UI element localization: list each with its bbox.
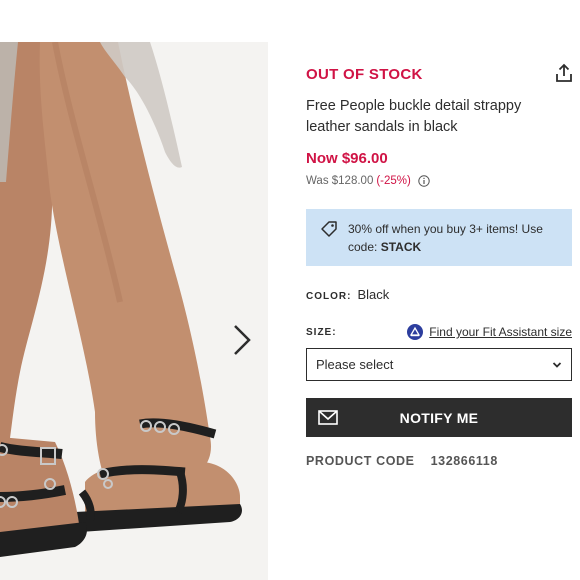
color-label: COLOR: — [306, 291, 352, 302]
size-select-value: Please select — [316, 357, 394, 372]
chevron-right-icon[interactable] — [228, 322, 256, 358]
mail-icon — [318, 410, 338, 425]
notify-me-button[interactable]: NOTIFY ME — [306, 398, 572, 437]
promo-text: 30% off when you buy 3+ items! Use code: — [348, 222, 543, 254]
current-price: Now $96.00 — [306, 150, 388, 167]
fit-assistant-icon — [407, 324, 424, 340]
color-row: COLOR: Black — [306, 287, 389, 302]
promo-banner: 30% off when you buy 3+ items! Use code:… — [306, 209, 572, 266]
color-value: Black — [357, 287, 390, 302]
stock-status: OUT OF STOCK — [306, 66, 423, 83]
chevron-down-icon — [552, 361, 562, 368]
size-row: SIZE: Find your Fit Assistant size — [306, 324, 572, 342]
product-code-row: PRODUCT CODE 132866118 — [306, 454, 498, 468]
product-title: Free People buckle detail strappy leathe… — [306, 98, 522, 135]
share-icon[interactable] — [553, 62, 575, 84]
promo-code: STACK — [380, 240, 422, 254]
discount-percent: (-25%) — [376, 175, 411, 187]
notify-me-label: NOTIFY ME — [399, 409, 479, 426]
tag-icon — [321, 221, 337, 237]
product-code-label: PRODUCT CODE — [306, 454, 415, 468]
was-price: Was $128.00 — [306, 175, 374, 187]
size-select[interactable]: Please select — [306, 348, 572, 381]
product-code-value: 132866118 — [430, 454, 498, 468]
size-label: SIZE: — [306, 327, 337, 338]
was-price-line: Was $128.00 (-25%) — [306, 175, 430, 187]
info-icon[interactable] — [418, 175, 430, 187]
fit-assistant-label: Find your Fit Assistant size — [429, 325, 572, 339]
fit-assistant-link[interactable]: Find your Fit Assistant size — [407, 324, 572, 340]
product-image — [0, 42, 268, 580]
